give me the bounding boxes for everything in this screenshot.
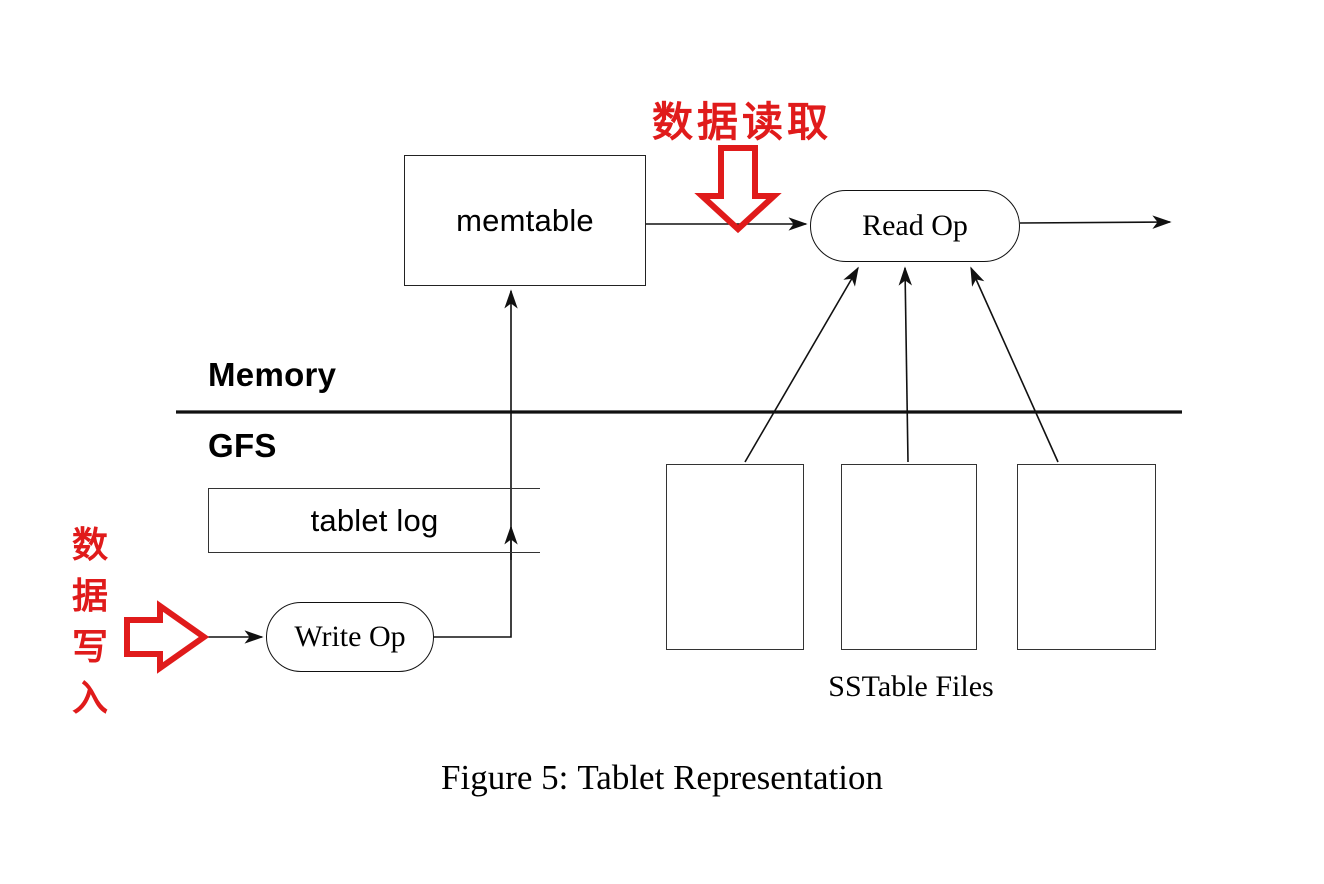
- figure-number: Figure 5:: [441, 758, 569, 797]
- node-write-op-label: Write Op: [294, 620, 406, 653]
- write-path-annotation: 数 据 写 入: [66, 520, 114, 724]
- sstable-files-label: SSTable Files: [828, 670, 994, 703]
- node-tablet-log[interactable]: tablet log: [208, 488, 540, 553]
- figure-title: Tablet Representation: [577, 758, 883, 797]
- edge-readop-output: [1019, 215, 1172, 229]
- sstable-file-box[interactable]: [666, 464, 804, 650]
- node-memtable-label: memtable: [456, 202, 594, 238]
- node-read-op[interactable]: Read Op: [810, 190, 1020, 262]
- write-annot-char: 据: [71, 575, 108, 617]
- sstable-file-box[interactable]: [1017, 464, 1156, 650]
- write-annot-char: 写: [71, 626, 108, 668]
- read-path-annotation: 数据读取: [652, 98, 832, 146]
- edge-writeop-to-memtable: [434, 289, 518, 638]
- edge-sstable1-to-readop: [744, 266, 859, 463]
- figure-caption: Figure 5: Tablet Representation: [0, 758, 1324, 798]
- figure-canvas: memtable Read Op Write Op tablet log Mem…: [0, 0, 1324, 884]
- edge-sstable2-to-readop: [898, 266, 912, 463]
- tier-label-gfs: GFS: [208, 427, 277, 464]
- write-annot-char: 入: [71, 677, 108, 719]
- node-read-op-label: Read Op: [862, 209, 968, 242]
- red-right-arrow-icon: [124, 600, 210, 674]
- tier-label-memory: Memory: [208, 356, 337, 393]
- red-down-arrow-icon: [694, 145, 782, 234]
- node-write-op[interactable]: Write Op: [266, 602, 434, 672]
- node-memtable[interactable]: memtable: [404, 155, 646, 286]
- edge-sstable3-to-readop: [970, 266, 1059, 463]
- node-tablet-log-label: tablet log: [310, 502, 439, 538]
- sstable-file-box[interactable]: [841, 464, 977, 650]
- write-annot-char: 数: [71, 524, 108, 566]
